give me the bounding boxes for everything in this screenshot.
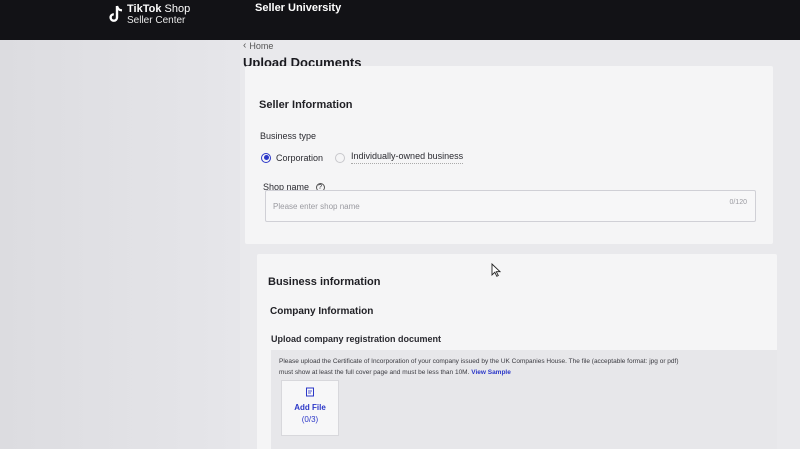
shop-name-input[interactable]	[266, 191, 686, 221]
business-information-card: Business information Company Information…	[257, 254, 777, 449]
nav-seller-university[interactable]: Seller University	[255, 2, 341, 14]
upload-area: Please upload the Certificate of Incorpo…	[271, 350, 777, 449]
shop-name-field[interactable]: 0/120	[265, 190, 756, 222]
tiktok-shop-logo[interactable]: TikTok Shop Seller Center	[108, 4, 190, 26]
business-information-title: Business information	[268, 276, 381, 288]
breadcrumb-home[interactable]: Home	[249, 41, 273, 51]
add-file-count: (0/3)	[301, 415, 319, 424]
brand-name: TikTok	[127, 3, 162, 15]
upload-description-line1: Please upload the Certificate of Incorpo…	[279, 358, 679, 365]
add-file-button[interactable]: Add File (0/3)	[281, 380, 339, 436]
brand-suffix: Shop	[164, 3, 191, 15]
view-sample-link[interactable]: View Sample	[471, 369, 511, 376]
radio-corporation[interactable]	[261, 152, 271, 163]
business-type-label: Business type	[260, 131, 317, 141]
radio-individually-owned[interactable]	[335, 152, 346, 163]
seller-information-card: Seller Information Business type Corpora…	[245, 66, 773, 244]
upload-description-line2: must show at least the full cover page a…	[279, 369, 470, 376]
upload-description: Please upload the Certificate of Incorpo…	[279, 356, 749, 378]
option-individually-owned-label[interactable]: Individually-owned business	[351, 151, 464, 164]
top-bar: TikTok Shop Seller Center Seller Univers…	[0, 0, 800, 40]
brand-subtitle: Seller Center	[127, 15, 186, 26]
mouse-pointer-icon	[491, 263, 501, 277]
business-type-options: Corporation Individually-owned business	[261, 151, 464, 164]
add-file-label: Add File	[294, 403, 326, 412]
chevron-left-icon: ‹	[243, 40, 247, 51]
tiktok-logo-icon	[108, 5, 124, 25]
breadcrumb[interactable]: ‹ Home	[243, 40, 273, 51]
shop-name-counter: 0/120	[729, 199, 747, 206]
option-corporation-label[interactable]: Corporation	[276, 153, 323, 163]
company-information-title: Company Information	[270, 306, 374, 317]
left-background	[0, 40, 240, 449]
main-content: ‹ Home Upload Documents Seller Informati…	[240, 40, 800, 449]
file-icon	[306, 387, 314, 397]
upload-registration-label: Upload company registration document	[271, 334, 442, 344]
seller-information-title: Seller Information	[259, 99, 353, 111]
